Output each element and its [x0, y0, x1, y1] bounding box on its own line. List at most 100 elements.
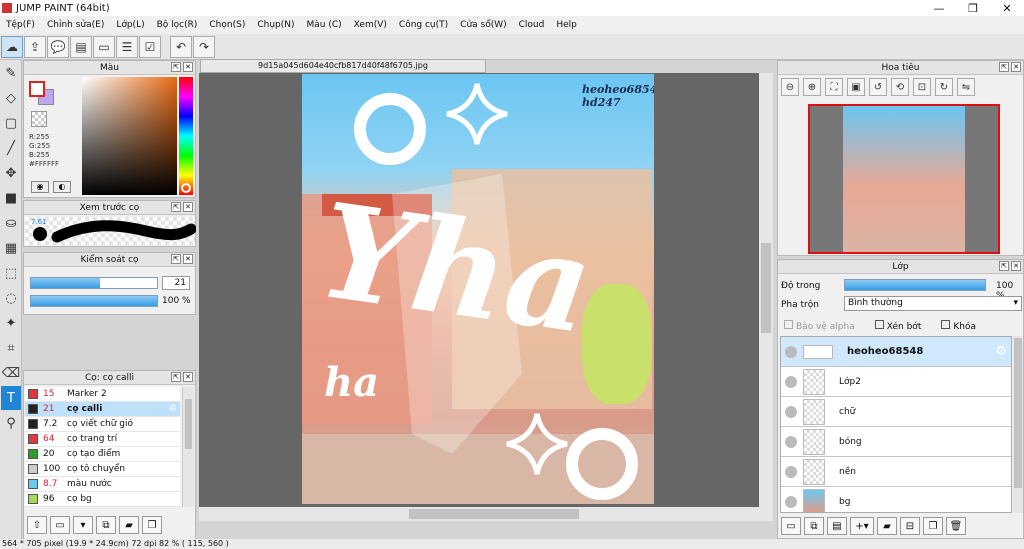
artwork[interactable]: heoheo68548 hd247 Yha ha	[302, 74, 654, 504]
canvas-area[interactable]: heoheo68548 hd247 Yha ha	[199, 73, 773, 521]
folder-icon[interactable]: ▰	[119, 516, 139, 534]
select-pen-tool-icon[interactable]: ⌗	[1, 336, 21, 360]
layer-settings-icon[interactable]: ▤	[827, 517, 847, 535]
rotate-right-icon[interactable]: ↻	[935, 78, 953, 96]
lock-checkbox[interactable]: Khóa	[941, 320, 976, 332]
eye-icon[interactable]	[785, 375, 797, 388]
rect-tool-icon[interactable]: ▢	[1, 111, 21, 135]
layer-list-scrollbar[interactable]	[1013, 336, 1023, 513]
maximize-icon[interactable]: ❐	[956, 0, 990, 16]
float-icon[interactable]: ⇱	[171, 372, 181, 382]
cloud-icon[interactable]: ☁	[1, 35, 23, 58]
close-icon[interactable]: ✕	[183, 62, 193, 72]
size-value-box[interactable]: 21	[162, 276, 190, 290]
gear-icon[interactable]: ⚙	[169, 404, 177, 414]
float-icon[interactable]: ⇱	[999, 261, 1009, 271]
select-erase-tool-icon[interactable]: ⌫	[1, 361, 21, 385]
brush-item[interactable]: 20 cọ tạo điểm	[25, 447, 180, 462]
float-icon[interactable]: ⇱	[999, 62, 1009, 72]
brush-item[interactable]: 96 cọ bg	[25, 492, 180, 507]
menu-file[interactable]: Tệp(F)	[0, 20, 41, 30]
canvas-horizontal-scrollbar[interactable]	[199, 507, 759, 521]
add-layer-menu-icon[interactable]: +▾	[850, 517, 874, 535]
reset-rotate-icon[interactable]: ⊡	[913, 78, 931, 96]
menu-filter[interactable]: Bộ lọc(R)	[151, 20, 204, 30]
float-icon[interactable]: ⇱	[171, 202, 181, 212]
layer-row[interactable]: nền	[781, 457, 1011, 487]
document-tab[interactable]: 9d15a045d604e40cfb817d40f48f6705.jpg	[200, 59, 486, 73]
flip-icon[interactable]: ⇋	[957, 78, 975, 96]
gear-icon[interactable]: ⚙	[995, 344, 1007, 359]
menu-help[interactable]: Help	[550, 20, 583, 30]
line-tool-icon[interactable]: ╱	[1, 136, 21, 160]
eyedropper-tool-icon[interactable]: ⚲	[1, 411, 21, 435]
layer-row[interactable]: Lớp2	[781, 367, 1011, 397]
layer-row[interactable]: bóng	[781, 427, 1011, 457]
fit-icon[interactable]: ⛶	[825, 78, 843, 96]
move-tool-icon[interactable]: ✥	[1, 161, 21, 185]
fg-color-swatch[interactable]	[29, 81, 45, 97]
close-icon[interactable]: ✕	[990, 0, 1024, 16]
undo-icon[interactable]: ↶	[170, 35, 192, 58]
size-slider[interactable]	[30, 277, 158, 289]
share-icon[interactable]: ⇪	[24, 35, 46, 58]
chat-icon[interactable]: ▤	[70, 35, 92, 58]
page-icon[interactable]: ▭	[93, 35, 115, 58]
blend-mode-select[interactable]: Bình thường ▾	[844, 296, 1022, 311]
menu-select[interactable]: Chọn(S)	[203, 20, 251, 30]
layer-row-selected[interactable]: heoheo68548 ⚙	[781, 337, 1011, 367]
zoom-in-icon[interactable]: ⊕	[803, 78, 821, 96]
actual-size-icon[interactable]: ▣	[847, 78, 865, 96]
color-picker-field[interactable]	[82, 77, 177, 195]
brush-item[interactable]: 7.2 cọ viết chữ gió	[25, 417, 180, 432]
eye-icon[interactable]	[785, 495, 797, 508]
eye-icon[interactable]	[785, 405, 797, 418]
layer-row[interactable]: bg	[781, 487, 1011, 512]
eye-icon[interactable]	[785, 345, 797, 358]
zoom-out-icon[interactable]: ⊖	[781, 78, 799, 96]
merge-icon[interactable]: ⊟	[900, 517, 920, 535]
list-icon[interactable]: ☰	[116, 35, 138, 58]
menu-layer[interactable]: Lớp(L)	[110, 20, 150, 30]
menu-view[interactable]: Xem(V)	[348, 20, 393, 30]
float-icon[interactable]: ⇱	[171, 62, 181, 72]
checklist-icon[interactable]: ☑	[139, 35, 161, 58]
brush-item-selected[interactable]: 21 cọ calli ⚙	[25, 402, 180, 417]
eraser-tool-icon[interactable]: ◇	[1, 86, 21, 110]
wand-tool-icon[interactable]: ✦	[1, 311, 21, 335]
layer-row[interactable]: chữ	[781, 397, 1011, 427]
clip-checkbox[interactable]: Xén bớt	[874, 320, 921, 332]
lasso-tool-icon[interactable]: ◌	[1, 286, 21, 310]
new-layer-icon[interactable]: ▭	[781, 517, 801, 535]
opacity-slider[interactable]	[30, 295, 158, 307]
duplicate-layer-icon[interactable]: ❐	[923, 517, 943, 535]
menu-capture[interactable]: Chụp(N)	[251, 20, 300, 30]
brush-menu-icon[interactable]: ▾	[73, 516, 93, 534]
close-icon[interactable]: ✕	[1011, 62, 1021, 72]
text-tool-icon[interactable]: T	[1, 386, 21, 410]
navigator-preview[interactable]	[808, 104, 1000, 254]
canvas-vertical-scrollbar[interactable]	[759, 73, 773, 521]
close-icon[interactable]: ✕	[183, 372, 193, 382]
float-icon[interactable]: ⇱	[171, 254, 181, 264]
duplicate-icon[interactable]: ❐	[142, 516, 162, 534]
close-icon[interactable]: ✕	[1011, 261, 1021, 271]
rotate-left-icon[interactable]: ↺	[869, 78, 887, 96]
trash-icon[interactable]: 🗑	[946, 517, 966, 535]
fill-rect-tool-icon[interactable]: ■	[1, 186, 21, 210]
gradient-tool-icon[interactable]: ▦	[1, 236, 21, 260]
rotate-icon[interactable]: ⟲	[891, 78, 909, 96]
brush-item[interactable]: 15 Marker 2	[25, 387, 180, 402]
close-icon[interactable]: ✕	[183, 254, 193, 264]
menu-edit[interactable]: Chỉnh sửa(E)	[41, 20, 110, 30]
redo-icon[interactable]: ↷	[193, 35, 215, 58]
color-circle-icon[interactable]: ◉	[31, 181, 49, 193]
brush-item[interactable]: 64 cọ trang trí	[25, 432, 180, 447]
menu-tools[interactable]: Công cụ(T)	[393, 20, 454, 30]
brush-list-scrollbar[interactable]	[182, 387, 194, 507]
hue-slider[interactable]	[179, 77, 193, 195]
new-brush-icon[interactable]: ▭	[50, 516, 70, 534]
brush-tool-icon[interactable]: ✎	[1, 61, 21, 85]
menu-window[interactable]: Cửa sổ(W)	[454, 20, 512, 30]
brush-upload-icon[interactable]: ⇧	[27, 516, 47, 534]
